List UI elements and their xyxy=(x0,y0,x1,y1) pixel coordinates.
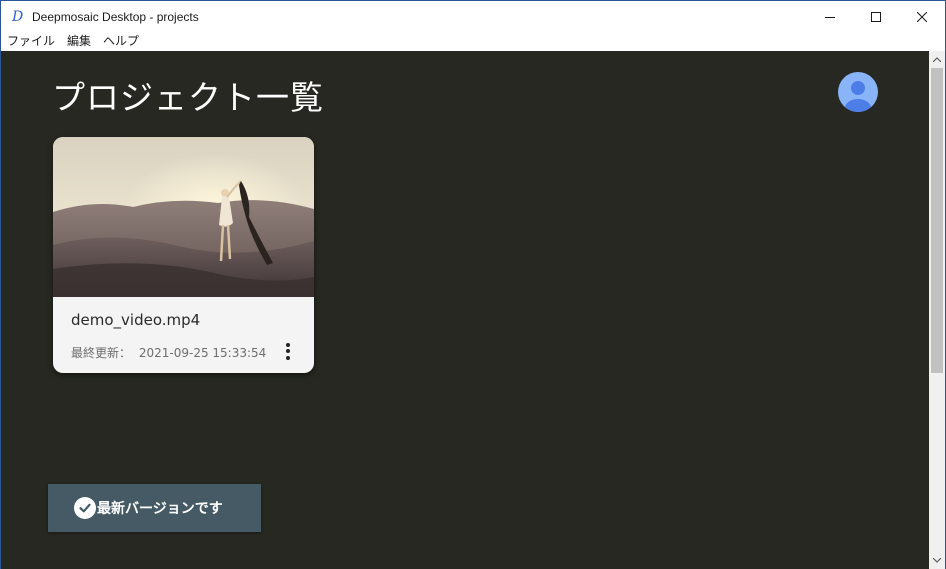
vertical-scrollbar[interactable] xyxy=(929,51,946,569)
minimize-icon xyxy=(825,16,835,18)
close-icon xyxy=(917,11,927,22)
menu-bar: ファイル 編集 ヘルプ xyxy=(0,32,946,51)
app-logo-icon: D xyxy=(12,8,24,25)
main-content: プロジェクト一覧 demo_video.mp4 最終更新： 2021-09-25… xyxy=(0,51,929,569)
updated-label: 最終更新： xyxy=(71,346,132,360)
project-card[interactable]: demo_video.mp4 最終更新： 2021-09-25 15:33:54 xyxy=(53,137,314,373)
menu-help[interactable]: ヘルプ xyxy=(103,32,139,51)
title-bar: D Deepmosaic Desktop - projects xyxy=(0,0,946,32)
scroll-thumb[interactable] xyxy=(931,68,943,373)
more-vert-icon[interactable] xyxy=(279,340,297,362)
version-status-button[interactable]: 最新バージョンです xyxy=(48,484,261,532)
scroll-down-icon[interactable] xyxy=(929,552,945,569)
project-thumbnail xyxy=(53,137,314,297)
close-button[interactable] xyxy=(899,1,945,32)
project-updated: 最終更新： 2021-09-25 15:33:54 xyxy=(71,344,270,361)
maximize-button[interactable] xyxy=(853,1,899,32)
maximize-icon xyxy=(871,11,881,22)
project-filename: demo_video.mp4 xyxy=(71,311,201,329)
minimize-button[interactable] xyxy=(807,1,853,32)
user-avatar[interactable] xyxy=(838,72,878,112)
check-circle-icon xyxy=(74,497,96,519)
window-title: Deepmosaic Desktop - projects xyxy=(32,9,199,24)
menu-edit[interactable]: 編集 xyxy=(67,32,91,51)
scroll-up-icon[interactable] xyxy=(929,51,945,68)
menu-file[interactable]: ファイル xyxy=(7,32,55,51)
window-controls xyxy=(807,1,945,32)
updated-timestamp: 2021-09-25 15:33:54 xyxy=(138,346,267,360)
version-status-label: 最新バージョンです xyxy=(97,501,223,517)
page-title: プロジェクト一覧 xyxy=(52,78,324,117)
user-avatar-icon xyxy=(845,81,871,112)
